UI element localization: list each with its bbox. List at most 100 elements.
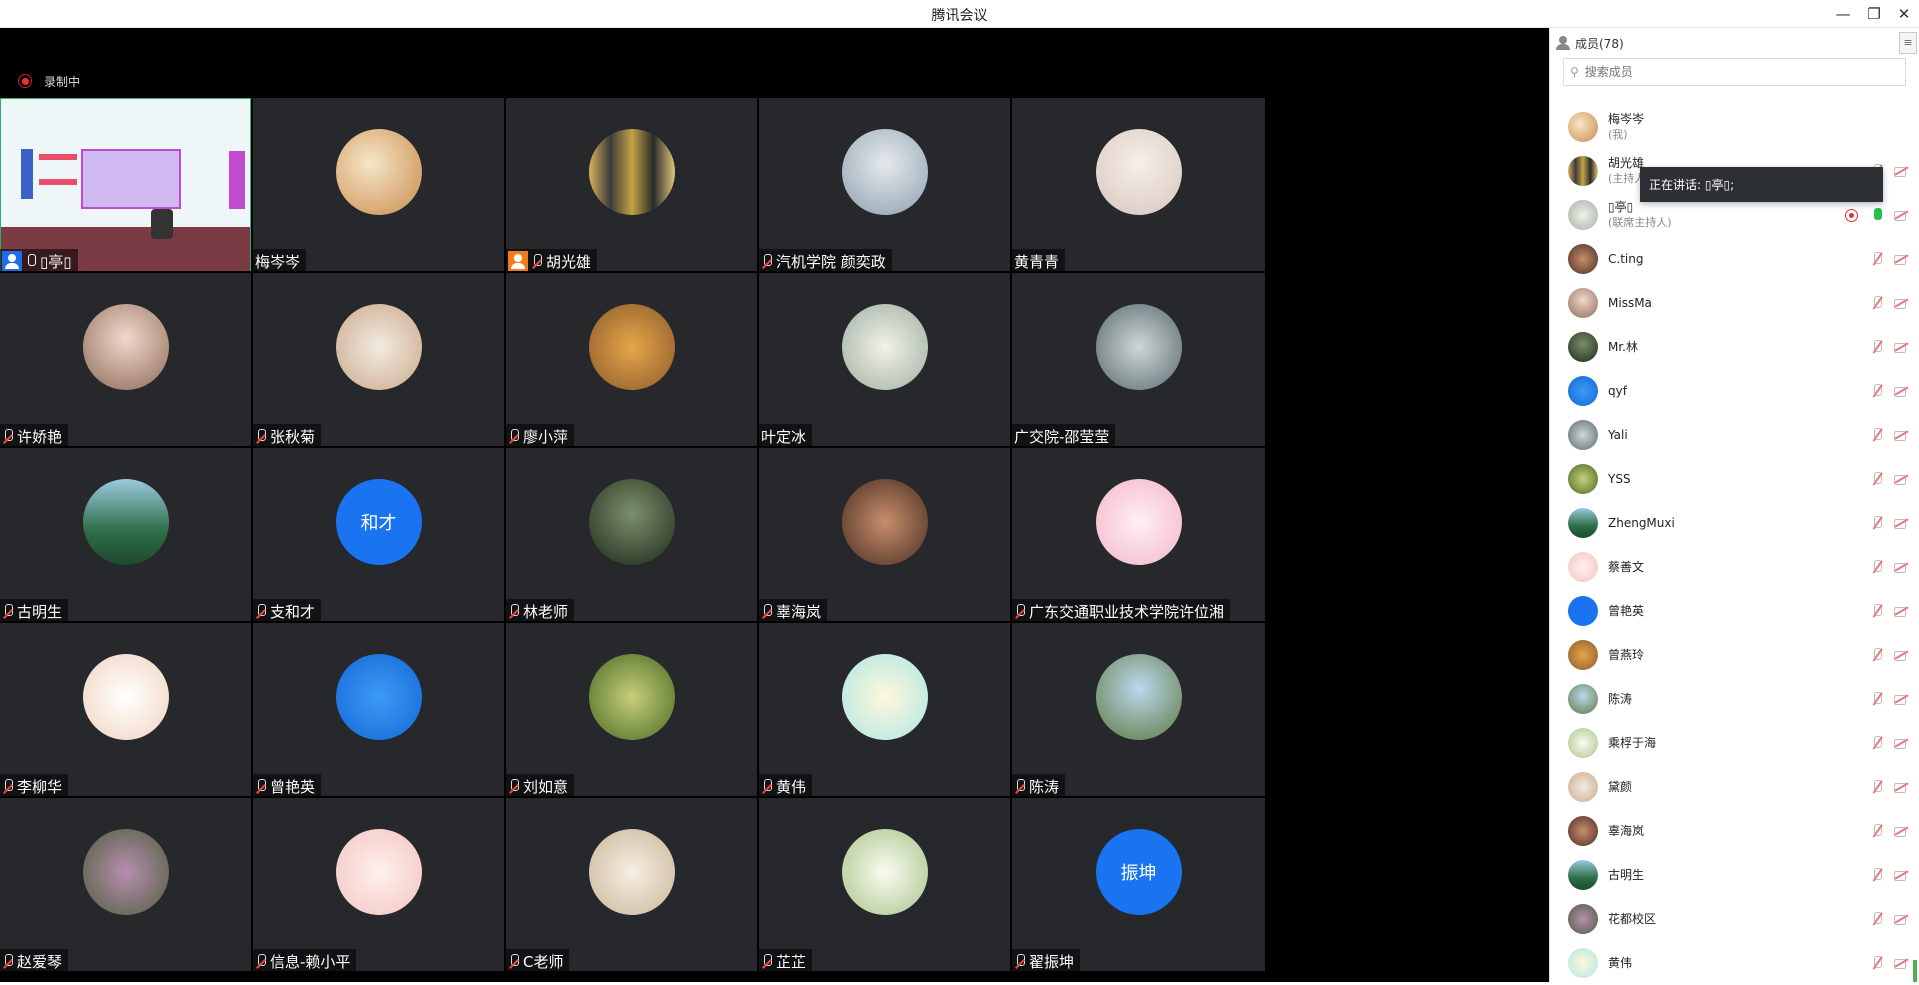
video-tile[interactable]: 黄青青 [1012,98,1265,271]
participant-name-bar: 汽机学院 颜奕政 [759,249,892,271]
video-tile[interactable]: 和才 支和才 [253,448,504,621]
mic-muted-icon[interactable] [1870,516,1884,530]
menu-icon[interactable]: ≡ [1899,32,1917,54]
member-row[interactable]: 梅岑岑 (我) [1550,105,1919,149]
member-avatar [1568,904,1598,934]
mic-muted-icon[interactable] [1870,560,1884,574]
member-row[interactable]: 乘桴于海 [1550,721,1919,765]
video-tile[interactable]: 汽机学院 颜奕政 [759,98,1010,271]
camera-off-icon[interactable] [1894,648,1908,662]
video-tile[interactable]: 芷芷 [759,798,1010,971]
participant-avatar [588,303,675,390]
shared-screen[interactable] [0,98,251,271]
mic-muted-icon[interactable] [1870,824,1884,838]
mic-muted-icon[interactable] [1870,428,1884,442]
camera-off-icon[interactable] [1894,516,1908,530]
member-row[interactable]: 黄伟 [1550,941,1919,985]
video-tile[interactable]: ▯亭▯ [0,98,251,271]
mic-muted-icon[interactable] [1870,736,1884,750]
video-tile[interactable]: 廖小萍 [506,273,757,446]
member-row[interactable]: MissMa [1550,281,1919,325]
video-tile[interactable]: C老师 [506,798,757,971]
camera-off-icon[interactable] [1894,692,1908,706]
mic-muted-icon[interactable] [1870,340,1884,354]
camera-off-icon[interactable] [1894,956,1908,970]
close-button[interactable]: ✕ [1886,2,1919,26]
participant-avatar [335,128,422,215]
camera-off-icon[interactable] [1894,868,1908,882]
mic-muted-icon[interactable] [1870,868,1884,882]
member-row[interactable]: qyf [1550,369,1919,413]
video-tile[interactable]: 李柳华 [0,623,251,796]
participant-avatar [1095,478,1182,565]
scrollbar-thumb[interactable] [1913,960,1917,982]
member-row[interactable]: 花都校区 [1550,897,1919,941]
camera-off-icon[interactable] [1894,296,1908,310]
participant-name: 张秋菊 [270,427,316,446]
camera-off-icon[interactable] [1894,208,1908,222]
camera-off-icon[interactable] [1894,164,1908,178]
member-row[interactable]: YSS [1550,457,1919,501]
mic-muted-icon[interactable] [1870,648,1884,662]
camera-off-icon[interactable] [1894,428,1908,442]
search-input[interactable] [1584,65,1885,79]
camera-off-icon[interactable] [1894,472,1908,486]
video-tile[interactable]: 广东交通职业技术学院许位湘 [1012,448,1265,621]
member-row[interactable]: Yali [1550,413,1919,457]
camera-off-icon[interactable] [1894,912,1908,926]
camera-off-icon[interactable] [1894,252,1908,266]
mic-muted-icon[interactable] [1870,604,1884,618]
video-tile[interactable]: 林老师 [506,448,757,621]
participant-name: 广东交通职业技术学院许位湘 [1029,602,1225,621]
member-row[interactable]: C.ting [1550,237,1919,281]
video-tile[interactable]: 许娇艳 [0,273,251,446]
video-tile[interactable]: 梅岑岑 [253,98,504,271]
mic-muted-icon[interactable] [1870,692,1884,706]
video-tile[interactable]: 信息-赖小平 [253,798,504,971]
member-avatar [1568,464,1598,494]
camera-off-icon[interactable] [1894,340,1908,354]
camera-off-icon[interactable] [1894,604,1908,618]
member-row[interactable]: 古明生 [1550,853,1919,897]
member-row[interactable]: 蔡善文 [1550,545,1919,589]
video-tile[interactable]: 古明生 [0,448,251,621]
mic-muted-icon[interactable] [1870,252,1884,266]
member-name: 梅岑岑 [1608,112,1645,126]
member-row[interactable]: ZhengMuxi [1550,501,1919,545]
mic-muted-icon[interactable] [1870,472,1884,486]
participant-name-bar: 许娇艳 [0,424,69,446]
mic-muted-icon[interactable] [1870,296,1884,310]
member-avatar [1568,860,1598,890]
recording-indicator[interactable]: 录制中 [18,72,80,90]
video-tile[interactable]: 张秋菊 [253,273,504,446]
video-tile[interactable]: 刘如意 [506,623,757,796]
camera-off-icon[interactable] [1894,560,1908,574]
mic-muted-icon[interactable] [1870,384,1884,398]
video-tile[interactable]: 振坤 翟振坤 [1012,798,1265,971]
member-info: C.ting [1608,251,1643,267]
member-row[interactable]: 陈涛 [1550,677,1919,721]
member-search[interactable]: ⚲ [1563,58,1906,86]
member-row[interactable]: 曾艳英 [1550,589,1919,633]
video-tile[interactable]: 辜海岚 [759,448,1010,621]
video-tile[interactable]: 赵爱琴 [0,798,251,971]
video-tile[interactable]: 曾艳英 [253,623,504,796]
video-tile[interactable]: 黄伟 [759,623,1010,796]
mic-muted-icon[interactable] [1870,912,1884,926]
camera-off-icon[interactable] [1894,384,1908,398]
camera-off-icon[interactable] [1894,736,1908,750]
member-row[interactable]: 辜海岚 [1550,809,1919,853]
participant-name: 曾艳英 [270,777,316,796]
member-row[interactable]: 黛颜 [1550,765,1919,809]
video-tile[interactable]: 叶定冰 [759,273,1010,446]
member-row[interactable]: 曾燕玲 [1550,633,1919,677]
camera-off-icon[interactable] [1894,824,1908,838]
member-row[interactable]: Mr.林 [1550,325,1919,369]
video-tile[interactable]: 陈涛 [1012,623,1265,796]
video-tile[interactable]: 胡光雄 [506,98,757,271]
mic-active-icon[interactable] [1870,208,1884,222]
video-tile[interactable]: 广交院-邵莹莹 [1012,273,1265,446]
mic-muted-icon[interactable] [1870,956,1884,970]
mic-muted-icon[interactable] [1870,780,1884,794]
camera-off-icon[interactable] [1894,780,1908,794]
